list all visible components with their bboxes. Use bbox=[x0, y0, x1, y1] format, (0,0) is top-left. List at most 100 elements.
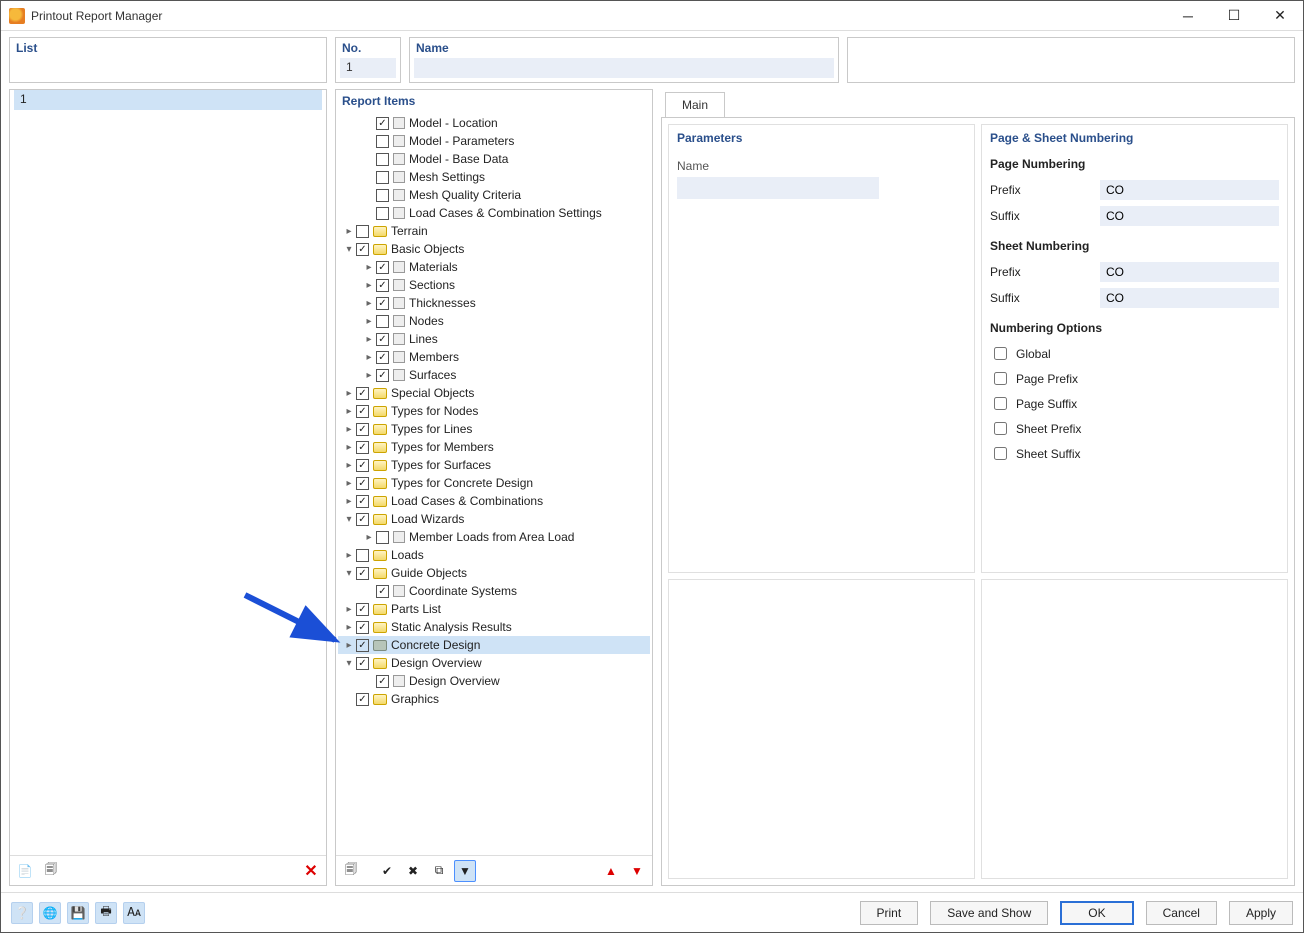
opt-sheet-suffix-checkbox[interactable] bbox=[994, 447, 1007, 460]
tree-node[interactable]: ▸Sections bbox=[338, 276, 650, 294]
tree-node[interactable]: ▸Terrain bbox=[338, 222, 650, 240]
tree-checkbox[interactable] bbox=[376, 279, 389, 292]
tree-node[interactable]: ▸Surfaces bbox=[338, 366, 650, 384]
tree-checkbox[interactable] bbox=[376, 117, 389, 130]
tree-checkbox[interactable] bbox=[356, 495, 369, 508]
collapse-icon[interactable]: ▾ bbox=[342, 244, 356, 255]
tree-checkbox[interactable] bbox=[376, 585, 389, 598]
move-up-button[interactable]: ▲ bbox=[600, 860, 622, 882]
expand-icon[interactable]: ▸ bbox=[362, 298, 376, 309]
sheet-prefix-input[interactable] bbox=[1100, 262, 1279, 282]
tree-node[interactable]: ▸Lines bbox=[338, 330, 650, 348]
tree-checkbox[interactable] bbox=[356, 459, 369, 472]
tree-node[interactable]: Mesh Settings bbox=[338, 168, 650, 186]
tree-node[interactable]: ▸Member Loads from Area Load bbox=[338, 528, 650, 546]
expand-icon[interactable]: ▸ bbox=[342, 226, 356, 237]
language-button[interactable]: 🗛 bbox=[123, 902, 145, 924]
new-list-button[interactable]: 📄 bbox=[14, 860, 36, 882]
expand-icon[interactable]: ▸ bbox=[342, 442, 356, 453]
expand-icon[interactable]: ▸ bbox=[362, 262, 376, 273]
tree-node[interactable]: Model - Base Data bbox=[338, 150, 650, 168]
move-down-button[interactable]: ▼ bbox=[626, 860, 648, 882]
tree-toolbar-btn-1[interactable]: 🗐 bbox=[340, 860, 362, 882]
expand-icon[interactable]: ▸ bbox=[342, 478, 356, 489]
tree-checkbox[interactable] bbox=[356, 621, 369, 634]
copy-list-button[interactable]: 🗐 bbox=[40, 860, 62, 882]
expand-icon[interactable]: ▸ bbox=[342, 406, 356, 417]
tree-checkbox[interactable] bbox=[376, 171, 389, 184]
tree-checkbox[interactable] bbox=[356, 567, 369, 580]
delete-list-button[interactable]: ✕ bbox=[300, 860, 322, 882]
expand-icon[interactable]: ▸ bbox=[342, 460, 356, 471]
tree-node[interactable]: ▾Basic Objects bbox=[338, 240, 650, 258]
tree-node[interactable]: ▸Members bbox=[338, 348, 650, 366]
tree-checkbox[interactable] bbox=[376, 297, 389, 310]
tree-node[interactable]: Load Cases & Combination Settings bbox=[338, 204, 650, 222]
tree-checkbox[interactable] bbox=[376, 531, 389, 544]
param-name-input[interactable] bbox=[677, 177, 879, 199]
expand-icon[interactable]: ▸ bbox=[342, 622, 356, 633]
expand-icon[interactable]: ▸ bbox=[342, 604, 356, 615]
tree-node[interactable]: ▸Types for Members bbox=[338, 438, 650, 456]
tree-node[interactable]: ▸Concrete Design bbox=[338, 636, 650, 654]
tree-node[interactable]: Mesh Quality Criteria bbox=[338, 186, 650, 204]
expand-icon[interactable]: ▸ bbox=[342, 388, 356, 399]
tree-node[interactable]: ▸Types for Lines bbox=[338, 420, 650, 438]
tree-toolbar-btn-4[interactable]: ⧉ bbox=[428, 860, 450, 882]
tree-node[interactable]: ▾Load Wizards bbox=[338, 510, 650, 528]
tree-checkbox[interactable] bbox=[356, 405, 369, 418]
expand-icon[interactable]: ▸ bbox=[362, 532, 376, 543]
expand-icon[interactable]: ▸ bbox=[362, 334, 376, 345]
tree-node[interactable]: ▸Types for Concrete Design bbox=[338, 474, 650, 492]
expand-icon[interactable]: ▸ bbox=[342, 424, 356, 435]
tree-node[interactable]: Model - Location bbox=[338, 114, 650, 132]
tree-checkbox[interactable] bbox=[376, 135, 389, 148]
tree-checkbox[interactable] bbox=[376, 261, 389, 274]
tree-check-all-button[interactable]: ✔ bbox=[376, 860, 398, 882]
tree-checkbox[interactable] bbox=[376, 153, 389, 166]
opt-page-suffix-checkbox[interactable] bbox=[994, 397, 1007, 410]
tree-uncheck-all-button[interactable]: ✖ bbox=[402, 860, 424, 882]
bottom-btn-2[interactable]: 🌐 bbox=[39, 902, 61, 924]
apply-button[interactable]: Apply bbox=[1229, 901, 1293, 925]
help-button[interactable]: ❔ bbox=[11, 902, 33, 924]
sheet-suffix-input[interactable] bbox=[1100, 288, 1279, 308]
tree-checkbox[interactable] bbox=[376, 189, 389, 202]
tree-node[interactable]: ▸Materials bbox=[338, 258, 650, 276]
tree-node[interactable]: ▸Load Cases & Combinations bbox=[338, 492, 650, 510]
tree-node[interactable]: ▸Thicknesses bbox=[338, 294, 650, 312]
minimize-button[interactable]: ─ bbox=[1165, 1, 1211, 31]
collapse-icon[interactable]: ▾ bbox=[342, 568, 356, 579]
tree-checkbox[interactable] bbox=[376, 675, 389, 688]
tree-checkbox[interactable] bbox=[356, 549, 369, 562]
report-items-tree[interactable]: Model - LocationModel - ParametersModel … bbox=[336, 112, 652, 855]
tree-checkbox[interactable] bbox=[356, 243, 369, 256]
tab-main[interactable]: Main bbox=[665, 92, 725, 117]
tree-checkbox[interactable] bbox=[356, 387, 369, 400]
tree-node[interactable]: Graphics bbox=[338, 690, 650, 708]
tree-node[interactable]: ▸Nodes bbox=[338, 312, 650, 330]
tree-checkbox[interactable] bbox=[356, 477, 369, 490]
tree-node[interactable]: ▸Static Analysis Results bbox=[338, 618, 650, 636]
tree-node[interactable]: Design Overview bbox=[338, 672, 650, 690]
expand-icon[interactable]: ▸ bbox=[362, 316, 376, 327]
tree-checkbox[interactable] bbox=[356, 441, 369, 454]
maximize-button[interactable]: ☐ bbox=[1211, 1, 1257, 31]
tree-checkbox[interactable] bbox=[376, 315, 389, 328]
cancel-button[interactable]: Cancel bbox=[1146, 901, 1217, 925]
opt-global-checkbox[interactable] bbox=[994, 347, 1007, 360]
collapse-icon[interactable]: ▾ bbox=[342, 658, 356, 669]
tree-checkbox[interactable] bbox=[356, 423, 369, 436]
tree-node[interactable]: Model - Parameters bbox=[338, 132, 650, 150]
bottom-btn-4[interactable]: 🖶 bbox=[95, 902, 117, 924]
save-and-show-button[interactable]: Save and Show bbox=[930, 901, 1048, 925]
tree-node[interactable]: ▸Special Objects bbox=[338, 384, 650, 402]
tree-node[interactable]: ▾Design Overview bbox=[338, 654, 650, 672]
tree-checkbox[interactable] bbox=[356, 225, 369, 238]
tree-checkbox[interactable] bbox=[356, 603, 369, 616]
tree-node[interactable]: ▸Types for Nodes bbox=[338, 402, 650, 420]
close-button[interactable]: ✕ bbox=[1257, 1, 1303, 31]
tree-node[interactable]: Coordinate Systems bbox=[338, 582, 650, 600]
list-selected-row[interactable]: 1 bbox=[14, 90, 322, 110]
page-prefix-input[interactable] bbox=[1100, 180, 1279, 200]
